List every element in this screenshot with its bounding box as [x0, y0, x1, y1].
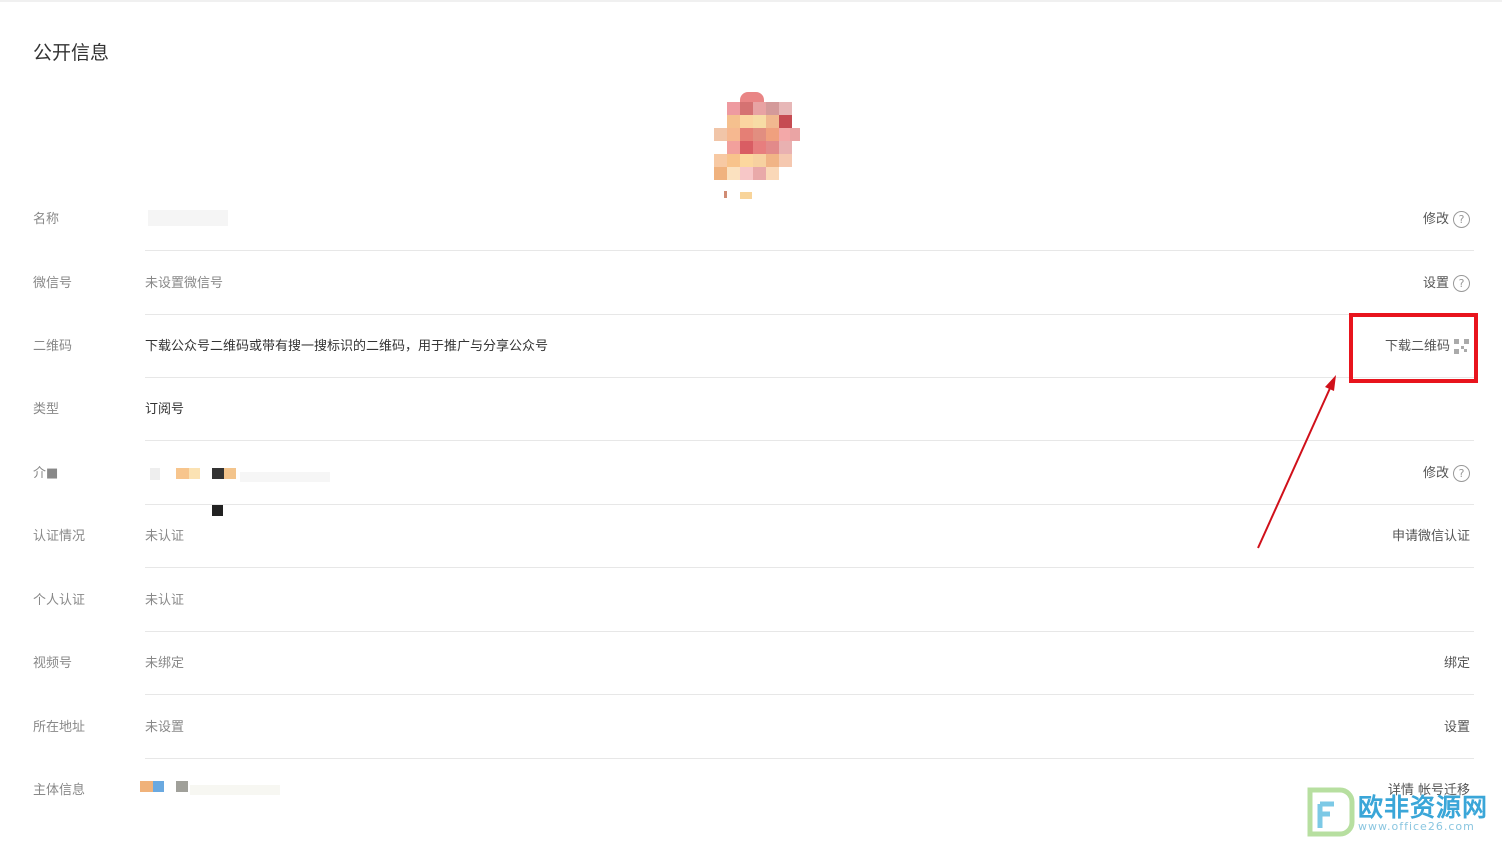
annotation-arrow-icon	[1257, 375, 1336, 549]
watermark-subtext: www.office26.com	[1358, 820, 1475, 833]
watermark-text: 欧非资源网	[1358, 793, 1489, 822]
watermark-logo-icon	[1307, 787, 1355, 837]
watermark: 欧非资源网 www.office26.com	[1300, 784, 1500, 840]
